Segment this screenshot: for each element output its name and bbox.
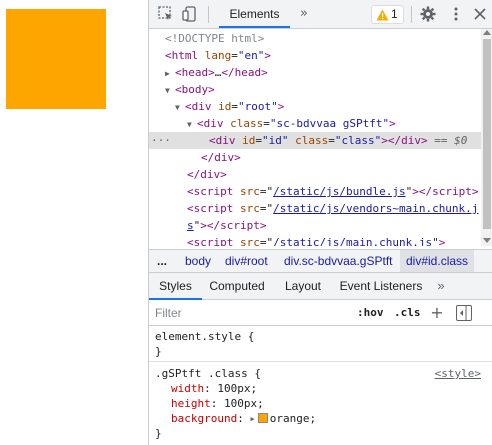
orange-box[interactable]: [6, 9, 106, 109]
tab-styles[interactable]: Styles: [149, 273, 202, 299]
toolbar-separator: [411, 6, 412, 23]
expand-triangle-icon[interactable]: ▶: [250, 412, 254, 427]
breadcrumb-item[interactable]: div.sc-bdvvaa.gSPtft: [278, 250, 399, 272]
scroll-down-icon[interactable]: [483, 238, 491, 243]
dom-script-bundle[interactable]: <script src="/static/js/bundle.js"></scr…: [149, 183, 481, 200]
page-viewport: [0, 0, 148, 445]
warning-icon: [376, 9, 389, 21]
collapse-triangle-icon[interactable]: ▼: [165, 82, 175, 99]
class-style-rule[interactable]: .gSPtft .class { <style> width: 100px; h…: [149, 363, 492, 445]
devtools-panel: Elements » 1 <!DOCTYPE html> <html lang=…: [148, 0, 492, 445]
dom-script-main[interactable]: <script src="/static/js/main.chunk.js">: [149, 234, 481, 246]
dom-node-html[interactable]: <html lang="en">: [149, 47, 481, 64]
style-property[interactable]: height: 100px;: [171, 396, 264, 411]
node-actions-dots[interactable]: ···: [151, 132, 171, 149]
collapse-triangle-icon[interactable]: ▼: [187, 116, 197, 133]
class-toggle-button[interactable]: .cls: [394, 303, 421, 323]
device-toggle-icon[interactable]: [181, 5, 199, 23]
active-tab-indicator: [219, 26, 290, 28]
devtools-toolbar: Elements » 1: [149, 0, 492, 29]
style-property[interactable]: background: ▶ orange;: [171, 411, 316, 426]
color-swatch[interactable]: [257, 413, 268, 423]
dom-node-sc[interactable]: ▼ <div class="sc-bdvvaa gSPtft">: [149, 115, 481, 132]
breadcrumb-item-current[interactable]: div#id.class: [400, 250, 475, 272]
warning-count: 1: [391, 7, 398, 21]
tab-layout[interactable]: Layout: [275, 273, 331, 299]
style-property[interactable]: width: 100px;: [171, 381, 257, 396]
rule-selector[interactable]: .gSPtft .class {: [155, 366, 261, 381]
rule-close-brace: }: [155, 345, 162, 358]
scroll-thumb[interactable]: [483, 39, 491, 229]
styles-toolbar: :hov .cls +: [149, 300, 492, 326]
scroll-up-icon[interactable]: [483, 30, 491, 35]
doctype-text: <!DOCTYPE html>: [165, 32, 265, 45]
element-style-selector[interactable]: element.style {: [155, 329, 254, 344]
breadcrumb-more[interactable]: ...: [151, 250, 173, 272]
inspect-element-icon[interactable]: [157, 5, 175, 23]
rule-close-brace: }: [155, 427, 162, 440]
rule-source-link[interactable]: <style>: [435, 366, 481, 381]
expand-triangle-icon[interactable]: ▶: [165, 65, 175, 82]
dom-node-head[interactable]: ▶ <head>…</head>: [149, 64, 481, 81]
collapse-triangle-icon[interactable]: ▼: [175, 99, 185, 116]
close-icon[interactable]: [471, 5, 489, 23]
dom-script-vendors-cont[interactable]: s"></script>: [149, 217, 481, 234]
breadcrumb-item[interactable]: div#root: [219, 250, 274, 272]
kebab-menu-icon[interactable]: [447, 5, 465, 23]
tab-event-listeners[interactable]: Event Listeners: [333, 273, 429, 299]
more-tabs-button[interactable]: »: [296, 0, 312, 29]
new-style-rule-button[interactable]: +: [429, 303, 445, 323]
element-style-rule[interactable]: element.style { }: [149, 326, 492, 362]
warnings-badge[interactable]: 1: [371, 5, 404, 24]
tab-elements[interactable]: Elements: [219, 0, 290, 29]
script-src-link[interactable]: s: [187, 219, 194, 232]
toggle-sidebar-icon[interactable]: [456, 305, 472, 321]
dom-script-vendors[interactable]: <script src="/static/js/vendors~main.chu…: [149, 200, 481, 217]
styles-pane: element.style { } .gSPtft .class { <styl…: [149, 326, 492, 445]
dom-node-selected[interactable]: ··· <div id="id" class="class"></div> ==…: [149, 132, 481, 149]
dom-scrollbar[interactable]: [481, 29, 492, 246]
tab-computed[interactable]: Computed: [202, 273, 272, 299]
script-src-link[interactable]: /static/js/bundle.js: [273, 185, 405, 198]
selected-node-marker: == $0: [434, 134, 468, 147]
script-src-link[interactable]: /static/js/main.chunk.js: [273, 236, 432, 246]
script-src-link[interactable]: /static/js/vendors~main.chunk.j: [273, 202, 478, 215]
dom-doctype[interactable]: <!DOCTYPE html>: [149, 30, 481, 47]
dom-close-sc[interactable]: </div>: [149, 149, 481, 166]
breadcrumb: ... body div#root div.sc-bdvvaa.gSPtft d…: [149, 249, 492, 273]
gear-icon[interactable]: [419, 5, 437, 23]
hover-state-button[interactable]: :hov: [357, 303, 384, 323]
dom-node-body[interactable]: ▼ <body>: [149, 81, 481, 98]
breadcrumb-item[interactable]: body: [179, 250, 217, 272]
filter-input[interactable]: [153, 303, 343, 323]
dom-tree: <!DOCTYPE html> <html lang="en"> ▶ <head>…: [149, 29, 481, 246]
more-sidebar-tabs-button[interactable]: »: [433, 273, 449, 299]
dom-node-root[interactable]: ▼ <div id="root">: [149, 98, 481, 115]
toolbar-separator: [208, 6, 209, 23]
sidebar-tabs: Styles Computed Layout Event Listeners »: [149, 273, 492, 300]
dom-close-root[interactable]: </div>: [149, 166, 481, 183]
